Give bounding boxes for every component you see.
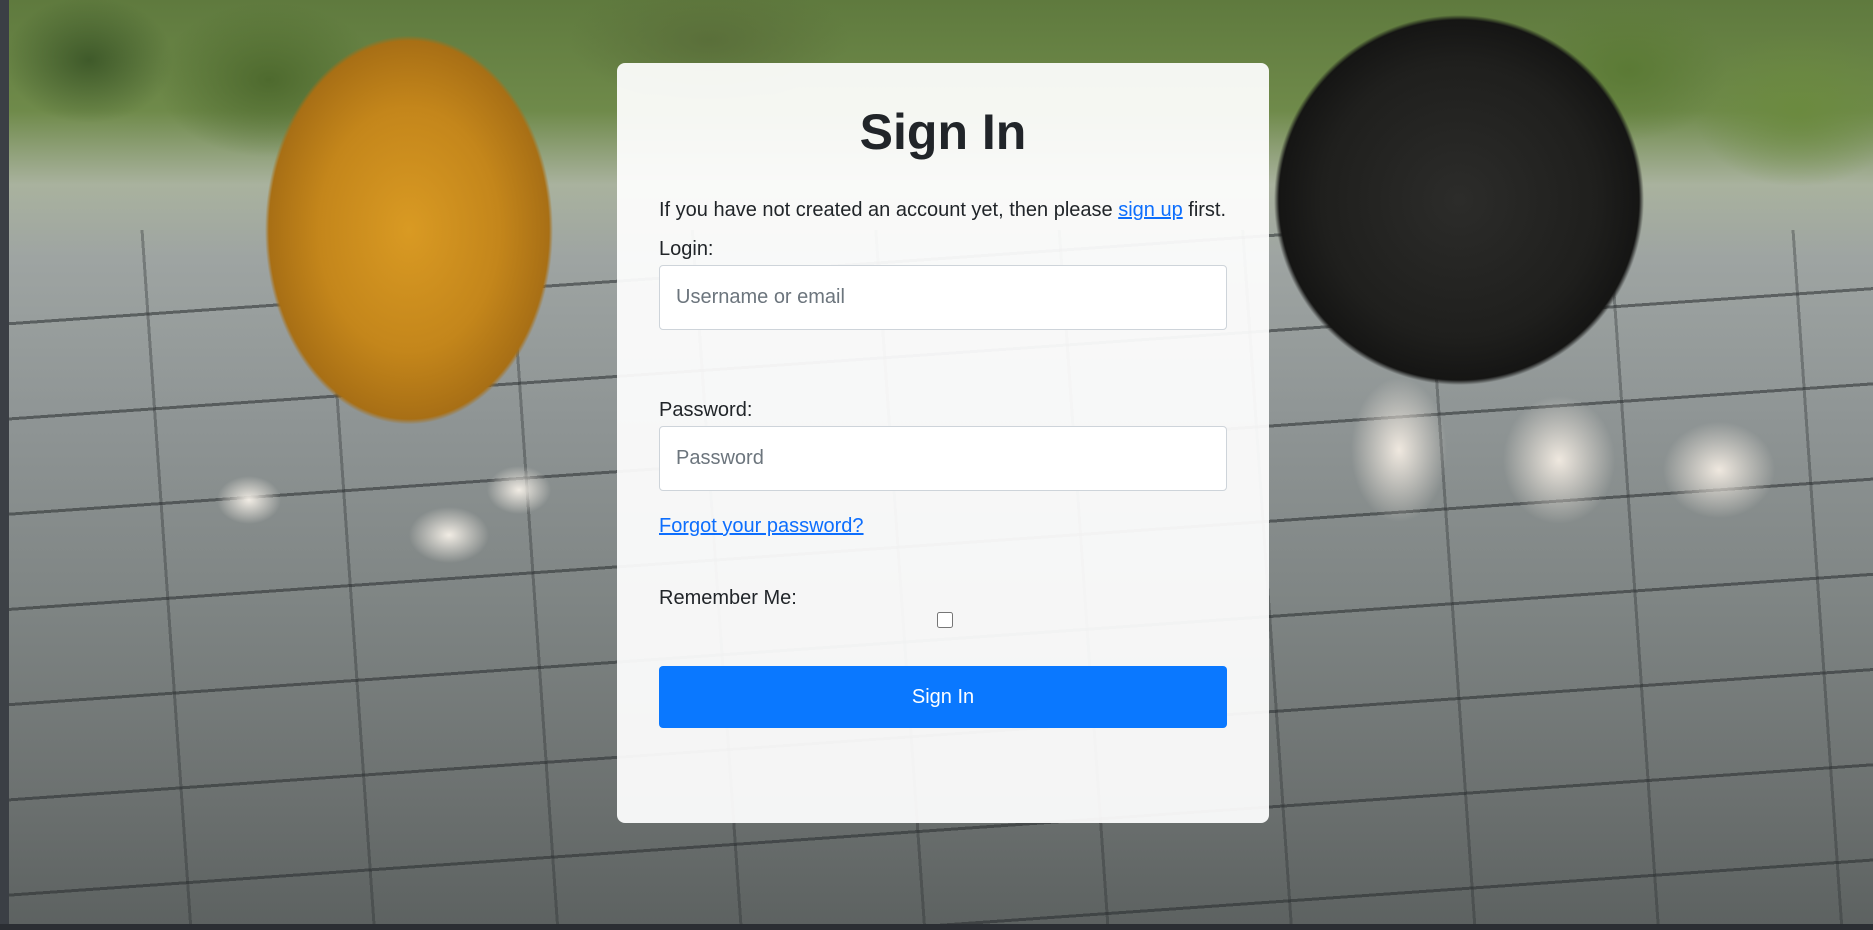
sign-in-button[interactable]: Sign In: [659, 666, 1227, 728]
forgot-password-link[interactable]: Forgot your password?: [659, 514, 1227, 538]
remember-me-checkbox[interactable]: [936, 612, 953, 628]
dog-black-paws: [1339, 350, 1809, 550]
signup-prompt-prefix: If you have not created an account yet, …: [659, 199, 1119, 221]
remember-me-label: Remember Me:: [659, 587, 797, 609]
window-bottom-edge: [0, 924, 1873, 930]
password-input[interactable]: [659, 426, 1227, 491]
dog-yellow-raincoat: [179, 0, 619, 520]
password-label: Password:: [659, 399, 753, 421]
login-input[interactable]: [659, 265, 1227, 330]
signup-prompt-suffix: first.: [1182, 199, 1227, 221]
signup-prompt: If you have not created an account yet, …: [659, 195, 1227, 225]
signup-link[interactable]: sign up: [1118, 199, 1183, 221]
page-title: Sign In: [859, 104, 1027, 160]
signin-card: Sign In If you have not created an accou…: [617, 63, 1269, 823]
window-left-edge: [0, 0, 9, 930]
dog-yellow-paws: [199, 460, 619, 570]
login-label: Login:: [659, 238, 714, 260]
remember-me-wrap: [659, 612, 1227, 632]
